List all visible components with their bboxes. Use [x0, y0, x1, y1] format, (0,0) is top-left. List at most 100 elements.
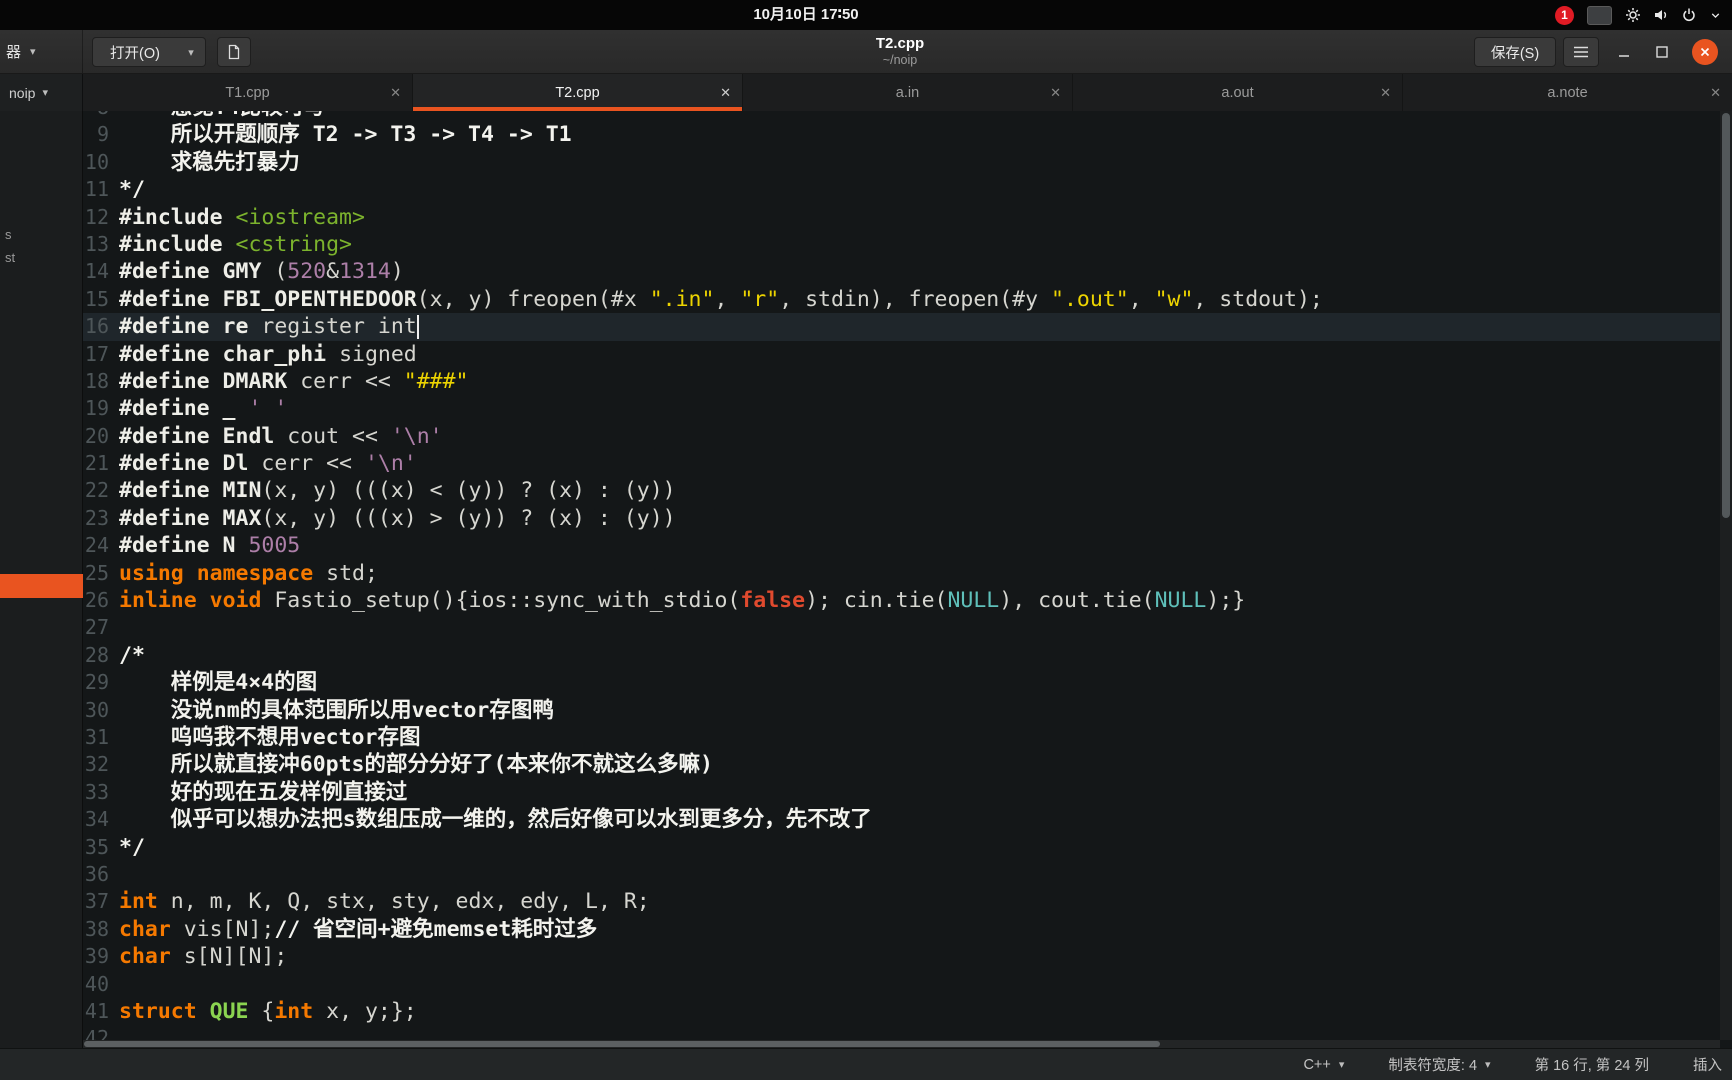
code-line: 16 #define re register int	[83, 313, 1720, 341]
volume-icon[interactable]	[1653, 7, 1669, 23]
code-line: 13 #include <cstring>	[83, 231, 1720, 258]
code-line-text: #include <iostream>	[119, 204, 365, 230]
app-menu-label: 器	[6, 44, 22, 61]
line-number: 34	[84, 807, 109, 832]
clock[interactable]: 10月10日 17∶50	[700, 0, 912, 30]
code-line-text: 呜呜我不想用vector存图	[119, 724, 421, 750]
line-number: 39	[84, 944, 109, 969]
vertical-scrollbar[interactable]	[1720, 111, 1732, 1040]
code-line-text: char s[N][N];	[119, 944, 288, 970]
close-icon	[1700, 47, 1710, 57]
chevron-down-icon: ▾	[30, 46, 36, 58]
code-line-text: 所以开题顺序 T2 -> T3 -> T4 -> T1	[119, 122, 572, 148]
code-line-text: /*	[119, 642, 145, 668]
chevron-down-icon[interactable]	[1709, 9, 1722, 22]
new-document-icon	[228, 44, 240, 60]
line-number: 26	[84, 588, 109, 613]
code-area[interactable]: 8 感觉T4比较可写9 所以开题顺序 T2 -> T3 -> T4 -> T11…	[83, 111, 1720, 1048]
insert-mode-indicator[interactable]: 插入	[1693, 1054, 1722, 1075]
tab-a.out[interactable]: a.out ✕	[1072, 74, 1402, 111]
tab-a.note[interactable]: a.note ✕	[1402, 74, 1732, 111]
maximize-button[interactable]	[1654, 44, 1670, 60]
line-number: 40	[84, 971, 109, 996]
tab-row: noip ▾ T1.cpp ✕ T2.cpp ✕ a.in ✕ a.out ✕ a.note ✕	[0, 74, 1732, 111]
tab-T2.cpp[interactable]: T2.cpp ✕	[412, 74, 742, 111]
minimize-icon	[1619, 55, 1629, 57]
language-label: C++	[1303, 1056, 1331, 1073]
tab-width-label: 制表符宽度: 4	[1388, 1058, 1478, 1074]
horizontal-scrollbar-thumb[interactable]	[84, 1041, 1160, 1047]
tab-label: T2.cpp	[555, 84, 600, 101]
code-line: 17 #define char_phi signed	[83, 341, 1720, 368]
code-line: 9 所以开题顺序 T2 -> T3 -> T4 -> T1	[83, 121, 1720, 148]
vertical-scrollbar-thumb[interactable]	[1722, 113, 1730, 518]
language-selector[interactable]: C++ ▾	[1303, 1057, 1344, 1073]
line-number: 32	[84, 752, 109, 777]
tab-close-icon[interactable]: ✕	[390, 85, 401, 101]
code-line-text: #define char_phi signed	[119, 341, 417, 367]
input-indicator-icon[interactable]	[1587, 5, 1612, 25]
tab-a.in[interactable]: a.in ✕	[742, 74, 1072, 111]
menu-button[interactable]	[1563, 37, 1599, 67]
code-line-text: #define _ ' '	[119, 396, 288, 422]
new-document-button[interactable]	[217, 37, 251, 67]
line-number: 29	[84, 670, 109, 695]
side-panel[interactable]: s st	[0, 111, 83, 1048]
notification-badge[interactable]: 1	[1555, 5, 1574, 25]
line-number: 31	[84, 724, 109, 749]
code-line: 35 */	[83, 834, 1720, 861]
save-button[interactable]: 保存(S)	[1474, 37, 1556, 67]
side-panel-location-label: noip	[9, 84, 36, 101]
side-panel-item[interactable]: s	[5, 227, 12, 242]
open-dropdown-button[interactable]: ▾	[177, 37, 206, 67]
horizontal-scrollbar[interactable]	[83, 1040, 1720, 1048]
open-button[interactable]: 打开(O)	[92, 37, 178, 67]
code-line: 19 #define _ ' '	[83, 395, 1720, 422]
side-panel-location-dropdown[interactable]: noip ▾	[0, 74, 83, 111]
system-status-area[interactable]	[1625, 7, 1722, 23]
gear-icon[interactable]	[1625, 7, 1641, 23]
code-line-text: #define MAX(x, y) (((x) > (y)) ? (x) : (…	[119, 505, 676, 531]
code-line: 24 #define N 5005	[83, 532, 1720, 559]
tab-bar: T1.cpp ✕ T2.cpp ✕ a.in ✕ a.out ✕ a.note ✕	[83, 74, 1732, 111]
code-line-text: 好的现在五发样例直接过	[119, 779, 408, 805]
app-menu[interactable]: 器 ▾	[0, 30, 83, 73]
code-line: 41 struct QUE {int x, y;};	[83, 998, 1720, 1025]
line-number: 21	[84, 451, 109, 476]
code-line: 21 #define Dl cerr << '\n'	[83, 450, 1720, 477]
tab-close-icon[interactable]: ✕	[1050, 85, 1061, 101]
side-panel-selected-item[interactable]	[0, 574, 83, 598]
code-line: 12 #include <iostream>	[83, 204, 1720, 231]
maximize-icon	[1656, 46, 1668, 58]
code-line: 25 using namespace std;	[83, 560, 1720, 587]
code-line-text: #define GMY (520&1314)	[119, 259, 404, 285]
line-number: 25	[84, 560, 109, 585]
tab-close-icon[interactable]: ✕	[720, 85, 731, 101]
code-line-text: 求稳先打暴力	[119, 149, 300, 175]
cursor-position[interactable]: 第 16 行, 第 24 列	[1535, 1054, 1649, 1075]
tab-close-icon[interactable]: ✕	[1380, 85, 1391, 101]
code-line-text: 所以就直接冲60pts的部分分好了(本来你不就这么多嘛)	[119, 752, 713, 778]
editor[interactable]: 8 感觉T4比较可写9 所以开题顺序 T2 -> T3 -> T4 -> T11…	[83, 111, 1732, 1048]
tab-T1.cpp[interactable]: T1.cpp ✕	[83, 74, 412, 111]
close-button[interactable]	[1692, 39, 1718, 65]
code-line: 29 样例是4×4的图	[83, 669, 1720, 696]
line-number: 18	[84, 368, 109, 393]
line-number: 16	[84, 314, 109, 339]
code-line-text: int n, m, K, Q, stx, sty, edx, edy, L, R…	[119, 889, 650, 915]
text-cursor	[417, 315, 419, 339]
line-number: 20	[84, 423, 109, 448]
system-top-bar: 10月10日 17∶50 1	[0, 0, 1732, 30]
side-panel-item[interactable]: st	[5, 250, 15, 265]
tab-width-selector[interactable]: 制表符宽度: 4 ▾	[1388, 1054, 1490, 1075]
line-number: 35	[84, 834, 109, 859]
line-number: 13	[84, 231, 109, 256]
tab-close-icon[interactable]: ✕	[1710, 85, 1721, 101]
minimize-button[interactable]	[1616, 44, 1632, 60]
line-number: 12	[84, 204, 109, 229]
line-number: 27	[84, 615, 109, 640]
power-icon[interactable]	[1681, 7, 1697, 23]
window-title-bar: 器 ▾ 打开(O) ▾ T2.cpp ~/noip 保存(S)	[0, 30, 1732, 74]
